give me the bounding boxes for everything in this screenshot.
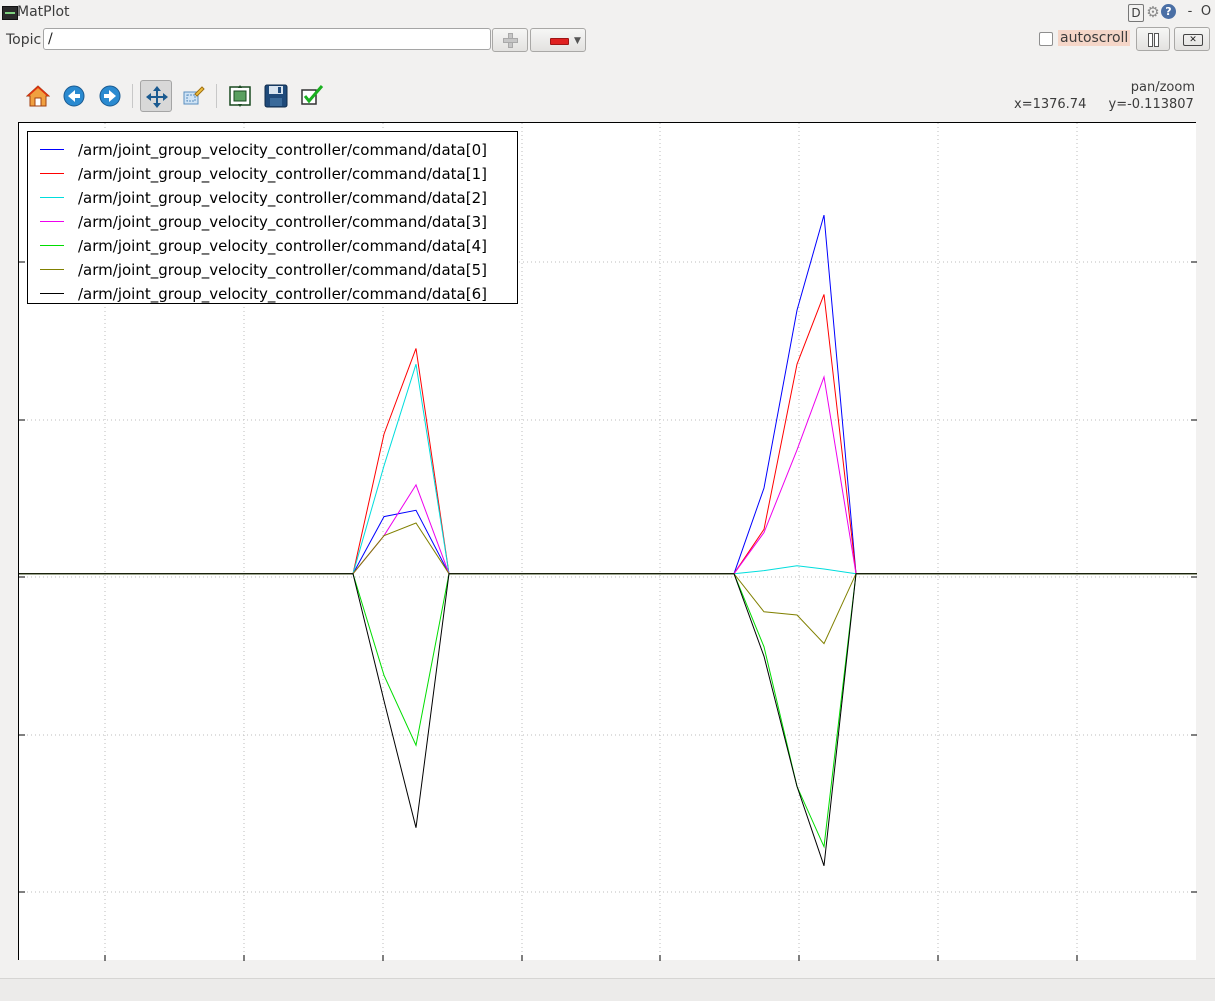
title-bar: MatPlot D ⚙ ? - O: [0, 0, 1215, 26]
series-line-data6: [19, 573, 1197, 866]
status-bar: [0, 978, 1215, 1001]
legend-label: /arm/joint_group_velocity_controller/com…: [78, 285, 487, 303]
dock-button[interactable]: D: [1128, 4, 1144, 22]
series-line-data3: [19, 374, 1197, 575]
subplots-button[interactable]: [224, 80, 256, 112]
close-button[interactable]: O: [1199, 4, 1213, 20]
series-line-data2: [19, 364, 1197, 575]
cursor-coordinates: x=1376.74 y=-0.113807: [1014, 97, 1212, 112]
legend-swatch: [40, 269, 64, 270]
toolbar-separator: [216, 84, 217, 108]
plot-area[interactable]: /arm/joint_group_velocity_controller/com…: [18, 122, 1197, 961]
app-icon: [2, 6, 18, 20]
toolbar-mode-label: pan/zoom: [1130, 80, 1195, 95]
series-line-data1: [19, 294, 1197, 575]
topic-input[interactable]: [43, 28, 491, 50]
help-icon[interactable]: ?: [1161, 4, 1176, 19]
back-arrow-icon: [63, 85, 85, 107]
toolbar-separator: [132, 84, 133, 108]
legend-item: /arm/joint_group_velocity_controller/com…: [28, 234, 517, 258]
legend-item: /arm/joint_group_velocity_controller/com…: [28, 258, 517, 282]
legend-label: /arm/joint_group_velocity_controller/com…: [78, 213, 487, 231]
edit-parameters-button[interactable]: [296, 80, 328, 112]
pan-button[interactable]: [140, 80, 172, 112]
legend-swatch: [40, 173, 64, 174]
forward-button[interactable]: [94, 80, 126, 112]
series-lines: [19, 214, 1197, 866]
clear-icon: ✕: [1183, 34, 1203, 46]
window-title: MatPlot: [17, 4, 70, 20]
dropdown-arrow-icon: ▼: [574, 36, 581, 46]
legend-swatch: [40, 293, 64, 294]
pan-icon: [146, 86, 168, 108]
back-button[interactable]: [58, 80, 90, 112]
topic-label: Topic: [6, 32, 42, 48]
home-button[interactable]: [22, 80, 54, 112]
save-button[interactable]: [260, 80, 292, 112]
legend-item: /arm/joint_group_velocity_controller/com…: [28, 282, 517, 306]
legend-label: /arm/joint_group_velocity_controller/com…: [78, 165, 487, 183]
x-coordinate: x=1376.74: [1014, 97, 1087, 112]
legend-item: /arm/joint_group_velocity_controller/com…: [28, 210, 517, 234]
edit-check-icon: [301, 85, 324, 105]
legend-swatch: [40, 197, 64, 198]
legend-label: /arm/joint_group_velocity_controller/com…: [78, 261, 487, 279]
legend-label: /arm/joint_group_velocity_controller/com…: [78, 189, 487, 207]
zoom-icon: [183, 86, 205, 105]
home-icon: [26, 85, 50, 107]
legend-label: /arm/joint_group_velocity_controller/com…: [78, 141, 487, 159]
y-coordinate: y=-0.113807: [1108, 97, 1194, 112]
legend-swatch: [40, 245, 64, 246]
series-line-data4: [19, 573, 1197, 849]
clear-button[interactable]: ✕: [1174, 27, 1210, 51]
legend-swatch: [40, 221, 64, 222]
minimize-button[interactable]: -: [1185, 4, 1195, 20]
minus-icon: [550, 38, 569, 45]
pause-button[interactable]: [1136, 27, 1170, 51]
legend: /arm/joint_group_velocity_controller/com…: [27, 131, 518, 304]
legend-swatch: [40, 149, 64, 150]
series-line-data5: [19, 522, 1197, 645]
plus-icon: [503, 33, 518, 48]
save-icon: [264, 84, 288, 108]
legend-item: /arm/joint_group_velocity_controller/com…: [28, 162, 517, 186]
add-topic-button[interactable]: [492, 28, 528, 52]
zoom-button[interactable]: [177, 80, 209, 112]
gear-icon[interactable]: ⚙: [1145, 4, 1161, 20]
autoscroll-label[interactable]: autoscroll: [1058, 30, 1131, 46]
legend-label: /arm/joint_group_velocity_controller/com…: [78, 237, 487, 255]
pause-icon: [1148, 33, 1160, 47]
remove-topic-button[interactable]: ▼: [530, 28, 586, 52]
subplots-icon: [229, 85, 251, 107]
legend-item: /arm/joint_group_velocity_controller/com…: [28, 138, 517, 162]
forward-arrow-icon: [99, 85, 121, 107]
legend-item: /arm/joint_group_velocity_controller/com…: [28, 186, 517, 210]
autoscroll-checkbox[interactable]: [1039, 32, 1053, 46]
